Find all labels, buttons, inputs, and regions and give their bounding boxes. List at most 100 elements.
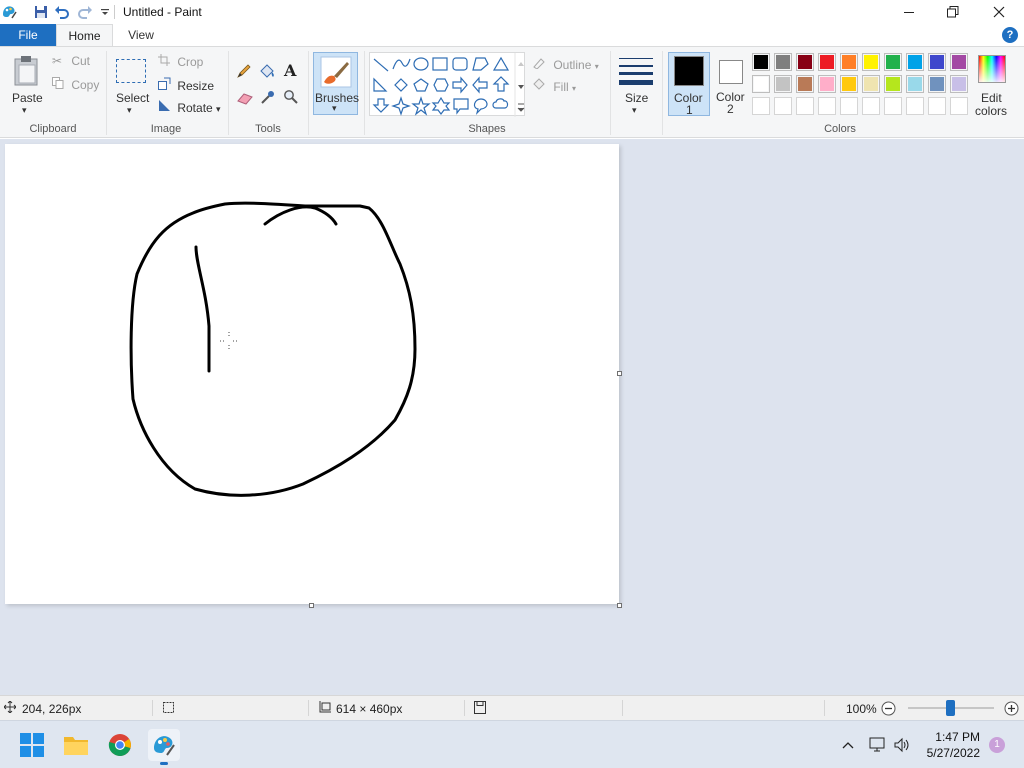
customize-quick-access-icon[interactable] <box>96 3 114 21</box>
ribbon-separator <box>662 51 663 135</box>
palette-color-swatch[interactable] <box>818 53 836 71</box>
drawing-canvas[interactable] <box>5 144 619 604</box>
swatch-fill <box>952 55 966 69</box>
fill-bucket-icon[interactable] <box>258 63 276 79</box>
paint-app-icon[interactable] <box>0 3 18 21</box>
palette-color-swatch[interactable] <box>818 75 836 93</box>
zoom-out-button[interactable] <box>881 701 896 719</box>
custom-color-slot[interactable] <box>928 97 946 115</box>
select-button[interactable]: Select ▾ <box>112 53 152 117</box>
palette-color-swatch[interactable] <box>840 53 858 71</box>
palette-color-swatch[interactable] <box>840 75 858 93</box>
swatch-fill <box>886 55 900 69</box>
rotate-dropdown-icon: ▾ <box>216 104 221 114</box>
pencil-icon[interactable] <box>236 63 252 79</box>
maximize-button[interactable] <box>930 0 976 24</box>
start-button[interactable] <box>16 729 48 761</box>
close-button[interactable] <box>976 0 1022 24</box>
help-button[interactable]: ? <box>1002 27 1018 43</box>
right-triangle-shape-icon <box>373 77 388 92</box>
minimize-button[interactable] <box>886 0 932 24</box>
magnifier-icon[interactable] <box>283 89 299 105</box>
cut-button[interactable]: ✂ Cut <box>52 54 90 68</box>
color2-swatch <box>719 60 743 84</box>
copy-button[interactable]: Copy <box>52 77 99 92</box>
save-icon[interactable] <box>32 3 50 21</box>
notification-badge[interactable]: 1 <box>989 737 1005 753</box>
palette-color-swatch[interactable] <box>928 53 946 71</box>
brushes-button[interactable]: Brushes ▾ <box>313 52 359 115</box>
rectangular-callout-shape-icon <box>453 98 469 115</box>
outline-button[interactable]: Outline ▾ <box>532 55 599 72</box>
palette-color-swatch[interactable] <box>950 75 968 93</box>
custom-color-slot[interactable] <box>796 97 814 115</box>
size-button[interactable]: Size ▾ <box>616 53 656 117</box>
clock-time[interactable]: 1:47 PM <box>935 730 980 744</box>
palette-color-swatch[interactable] <box>862 75 880 93</box>
palette-color-swatch[interactable] <box>796 53 814 71</box>
resize-handle-right[interactable] <box>617 371 622 376</box>
tab-file[interactable]: File <box>0 24 56 46</box>
show-hidden-icons-button[interactable] <box>836 729 860 761</box>
custom-color-slot[interactable] <box>950 97 968 115</box>
resize-handle-corner[interactable] <box>617 603 622 608</box>
custom-color-slot[interactable] <box>752 97 770 115</box>
tab-home[interactable]: Home <box>56 24 113 46</box>
custom-color-slot[interactable] <box>884 97 902 115</box>
network-icon[interactable] <box>864 729 890 761</box>
file-explorer-button[interactable] <box>60 729 92 761</box>
swatch-fill <box>754 77 768 91</box>
custom-color-slot[interactable] <box>862 97 880 115</box>
chrome-button[interactable] <box>104 729 136 761</box>
windows-logo-icon <box>20 733 44 757</box>
undo-icon[interactable] <box>53 3 71 21</box>
cloud-callout-shape-icon <box>492 98 509 109</box>
color1-button[interactable]: Color 1 <box>668 52 710 117</box>
rotate-icon <box>158 99 172 115</box>
paint-taskbar-button[interactable] <box>148 729 180 765</box>
palette-color-swatch[interactable] <box>950 53 968 71</box>
redo-icon[interactable] <box>76 3 94 21</box>
palette-color-swatch[interactable] <box>906 53 924 71</box>
palette-color-swatch[interactable] <box>796 75 814 93</box>
custom-color-slot[interactable] <box>906 97 924 115</box>
palette-color-swatch[interactable] <box>884 53 902 71</box>
color-picker-icon[interactable] <box>260 89 276 105</box>
eraser-icon[interactable] <box>236 91 254 105</box>
volume-icon[interactable] <box>890 729 914 761</box>
palette-color-swatch[interactable] <box>928 75 946 93</box>
zoom-slider-thumb[interactable] <box>946 700 955 716</box>
crop-button[interactable]: Crop <box>158 54 203 69</box>
swatch-fill <box>798 55 812 69</box>
tab-view[interactable]: View <box>113 24 169 46</box>
custom-color-slot[interactable] <box>840 97 858 115</box>
palette-color-swatch[interactable] <box>774 75 792 93</box>
zoom-level: 100% <box>846 702 877 716</box>
zoom-in-button[interactable] <box>1004 701 1019 719</box>
paste-button[interactable]: Paste ▾ <box>8 53 46 117</box>
text-tool-icon[interactable]: A <box>284 61 300 80</box>
color2-number: 2 <box>727 102 734 116</box>
palette-color-swatch[interactable] <box>862 53 880 71</box>
custom-color-slot[interactable] <box>818 97 836 115</box>
fill-button[interactable]: Fill ▾ <box>532 77 576 94</box>
custom-color-slot[interactable] <box>774 97 792 115</box>
resize-handle-bottom[interactable] <box>309 603 314 608</box>
status-separator <box>622 700 623 716</box>
palette-color-swatch[interactable] <box>906 75 924 93</box>
palette-color-swatch[interactable] <box>752 75 770 93</box>
brush-icon <box>320 56 352 91</box>
resize-button[interactable]: Resize <box>158 77 214 93</box>
rotate-button[interactable]: Rotate ▾ <box>158 99 221 115</box>
palette-color-swatch[interactable] <box>752 53 770 71</box>
right-arrow-shape-icon <box>452 76 468 94</box>
palette-color-swatch[interactable] <box>884 75 902 93</box>
edit-colors-button[interactable]: Edit colors <box>975 53 1011 119</box>
ribbon-separator <box>308 51 309 135</box>
palette-color-swatch[interactable] <box>774 53 792 71</box>
shapes-scroll-up-icon <box>518 62 524 66</box>
clock-date[interactable]: 5/27/2022 <box>927 746 980 760</box>
zoom-slider[interactable] <box>908 700 994 716</box>
ribbon-separator <box>228 51 229 135</box>
color2-button[interactable]: Color 2 <box>712 52 750 116</box>
